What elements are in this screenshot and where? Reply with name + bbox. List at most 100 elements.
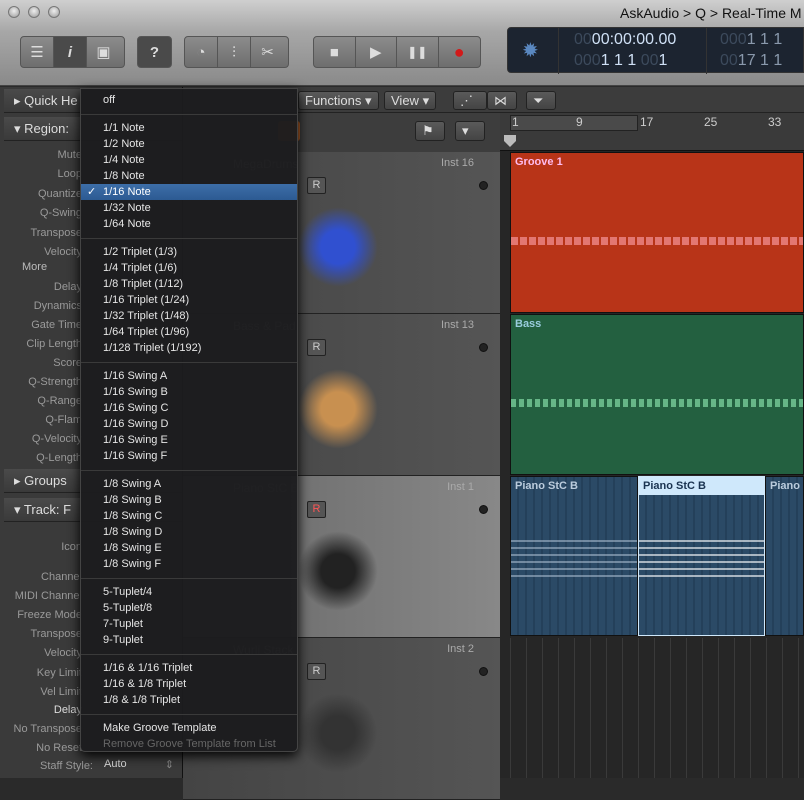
menu-item[interactable]: 9-Tuplet (81, 632, 297, 648)
catch-button[interactable]: ⏷ (526, 91, 556, 110)
zoom-button[interactable] (48, 6, 60, 18)
menu-item-label: 1/16 Swing D (103, 418, 169, 430)
menu-item[interactable]: 1/16 Swing D (81, 416, 297, 432)
menu-item-label: Make Groove Template (103, 722, 217, 734)
menu-item[interactable]: 1/128 Triplet (1/192) (81, 340, 297, 356)
menu-item[interactable]: 1/32 Triplet (1/48) (81, 308, 297, 324)
region-groove-1[interactable]: Groove 1 (510, 152, 804, 313)
menu-item-label: 1/16 Swing E (103, 434, 168, 446)
menu-separator (81, 654, 297, 655)
record-enable-button[interactable]: R (307, 339, 326, 356)
menu-item[interactable]: 1/16 & 1/8 Triplet (81, 676, 297, 692)
ruler[interactable]: 1 9 17 25 33 (500, 113, 804, 151)
menu-item[interactable]: 1/8 Swing B (81, 492, 297, 508)
menu-item-label: 1/16 Swing C (103, 402, 169, 414)
record-enable-button[interactable]: R (307, 177, 326, 194)
menu-item[interactable]: 1/8 Swing D (81, 524, 297, 540)
empty-track-lane[interactable] (510, 638, 804, 778)
track-options-button[interactable]: ▾ (455, 121, 485, 141)
region-piano-1[interactable]: Piano StC B (510, 476, 638, 636)
metronome-button[interactable]: ◔ (185, 37, 218, 67)
menu-item[interactable]: 1/8 Swing A (81, 476, 297, 492)
menu-item[interactable]: 1/4 Triplet (1/6) (81, 260, 297, 276)
menu-item[interactable]: 1/16 Swing F (81, 448, 297, 464)
menu-item-label: 1/128 Triplet (1/192) (103, 342, 202, 354)
record-enable-button[interactable]: R (307, 501, 326, 518)
quick-help-button[interactable]: ? (138, 37, 171, 67)
menu-item[interactable]: ✓ 1/16 Note (81, 184, 297, 200)
menu-item[interactable]: 1/16 Swing A (81, 368, 297, 384)
editor-icon: ▣ (96, 44, 111, 61)
menu-item[interactable]: 1/64 Note (81, 216, 297, 232)
lcd-display[interactable]: ✹ 0000:00:00.00 0001 1 1 001 0001 1 1 00… (507, 27, 804, 74)
menu-item[interactable]: 1/16 Swing B (81, 384, 297, 400)
menu-item[interactable]: 1/16 Swing E (81, 432, 297, 448)
midi-notes (511, 399, 803, 407)
view-menu[interactable]: View ▾ (384, 91, 437, 110)
help-icon: ? (149, 43, 160, 61)
record-enable-button[interactable]: R (307, 663, 326, 680)
menu-item-label: 1/16 Swing F (103, 450, 168, 462)
menu-item[interactable]: 5-Tuplet/4 (81, 584, 297, 600)
close-button[interactable] (8, 6, 20, 18)
mixer-button[interactable]: ⫶ (218, 37, 251, 67)
menu-item-label: 1/8 Triplet (1/12) (103, 278, 184, 290)
checkmark-icon: ✓ (87, 186, 97, 198)
menu-item[interactable]: 1/16 Swing C (81, 400, 297, 416)
menu-separator (81, 470, 297, 471)
menu-item[interactable]: 5-Tuplet/8 (81, 600, 297, 616)
more-disclosure[interactable]: More (22, 261, 47, 273)
editors-button[interactable]: ▣ (87, 37, 120, 67)
menu-item[interactable]: 1/1 Note (81, 120, 297, 136)
menu-item-label: 1/8 Swing A (103, 478, 162, 490)
functions-menu[interactable]: Functions ▾ (298, 91, 379, 110)
menu-item[interactable]: 1/2 Note (81, 136, 297, 152)
menu-item[interactable]: 1/4 Note (81, 152, 297, 168)
menu-separator (81, 114, 297, 115)
menu-item[interactable]: Make Groove Template (81, 720, 297, 736)
menu-item[interactable]: 1/8 Swing E (81, 540, 297, 556)
menu-item[interactable]: 1/8 & 1/8 Triplet (81, 692, 297, 708)
play-button[interactable]: ▶ (356, 37, 397, 67)
stop-icon: ■ (329, 43, 339, 61)
region-name: Groove 1 (515, 156, 563, 168)
menu-item[interactable]: 1/32 Note (81, 200, 297, 216)
record-button[interactable]: ● (439, 37, 480, 67)
left-locator: 1 1 1 (746, 31, 783, 48)
inspector-button[interactable]: i (54, 37, 87, 67)
staff-style-select[interactable]: Auto ⇕ (100, 758, 180, 774)
menu-item[interactable]: 1/64 Triplet (1/96) (81, 324, 297, 340)
cut-button[interactable]: ✂ (251, 37, 284, 67)
menu-item[interactable]: 1/8 Note (81, 168, 297, 184)
menu-item[interactable]: 1/16 Triplet (1/24) (81, 292, 297, 308)
menu-item[interactable]: 1/16 & 1/16 Triplet (81, 660, 297, 676)
automation-button[interactable]: ⋰ (453, 91, 487, 110)
menu-item[interactable]: 1/2 Triplet (1/3) (81, 244, 297, 260)
cycle-area[interactable] (510, 115, 638, 131)
region-piano-2-selected[interactable]: Piano StC B (638, 476, 765, 636)
menu-separator (81, 238, 297, 239)
ruler-bar-number: 9 (576, 115, 583, 129)
flex-button[interactable]: ⋈ (487, 91, 517, 110)
menu-item[interactable]: off (81, 92, 297, 108)
tick-prefix: 00 (640, 52, 659, 69)
library-button[interactable]: ☰ (21, 37, 54, 67)
section-label: Quick He (24, 93, 78, 108)
menu-item[interactable]: 1/8 Triplet (1/12) (81, 276, 297, 292)
tracks-area[interactable]: Groove 1 Bass Piano StC B Piano StC B Pi… (500, 151, 804, 778)
activity-led (479, 343, 488, 352)
menu-item[interactable]: 7-Tuplet (81, 616, 297, 632)
minimize-button[interactable] (28, 6, 40, 18)
menu-item[interactable]: 1/8 Swing C (81, 508, 297, 524)
region-piano-3[interactable]: Piano (765, 476, 804, 636)
gear-icon[interactable]: ✹ (522, 38, 539, 63)
global-tracks-button[interactable]: ⚑ (415, 121, 445, 141)
region-bass[interactable]: Bass (510, 314, 804, 475)
stop-button[interactable]: ■ (314, 37, 356, 67)
menu-item[interactable]: 1/8 Swing F (81, 556, 297, 572)
play-icon: ▶ (369, 44, 382, 61)
ruler-bar-number: 17 (640, 115, 654, 129)
menu-item-label: 1/16 Swing B (103, 386, 168, 398)
pause-button[interactable]: ❚❚ (397, 37, 439, 67)
playhead[interactable] (504, 135, 516, 147)
